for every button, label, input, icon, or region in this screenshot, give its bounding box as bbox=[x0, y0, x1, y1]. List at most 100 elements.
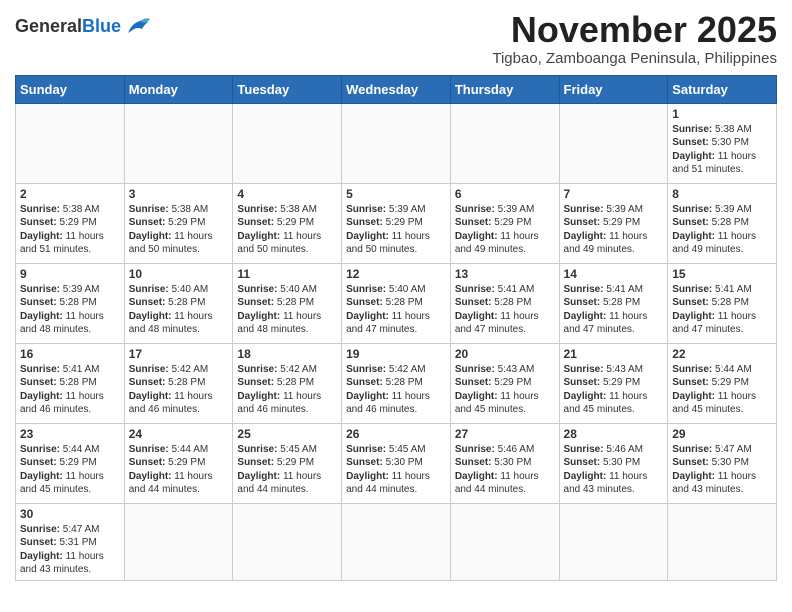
day-number: 12 bbox=[346, 267, 446, 281]
day-number: 30 bbox=[20, 507, 120, 521]
calendar-cell bbox=[450, 103, 559, 183]
day-info: Sunrise: 5:41 AMSunset: 5:28 PMDaylight:… bbox=[564, 283, 664, 337]
calendar-cell: 13 Sunrise: 5:41 AMSunset: 5:28 PMDayligh… bbox=[450, 263, 559, 343]
calendar-cell: 26 Sunrise: 5:45 AMSunset: 5:30 PMDayligh… bbox=[342, 423, 451, 503]
day-info: Sunrise: 5:43 AMSunset: 5:29 PMDaylight:… bbox=[455, 363, 555, 417]
day-number: 6 bbox=[455, 187, 555, 201]
day-info: Sunrise: 5:39 AMSunset: 5:29 PMDaylight:… bbox=[346, 203, 446, 257]
logo-blue: Blue bbox=[82, 16, 121, 37]
calendar-cell bbox=[124, 503, 233, 580]
day-info: Sunrise: 5:40 AMSunset: 5:28 PMDaylight:… bbox=[237, 283, 337, 337]
day-info: Sunrise: 5:38 AMSunset: 5:29 PMDaylight:… bbox=[20, 203, 120, 257]
calendar-cell bbox=[342, 103, 451, 183]
calendar-cell: 1Sunrise: 5:38 AMSunset: 5:30 PMDaylight… bbox=[668, 103, 777, 183]
day-number: 11 bbox=[237, 267, 337, 281]
day-number: 20 bbox=[455, 347, 555, 361]
day-number: 5 bbox=[346, 187, 446, 201]
header: General Blue November 2025 Tigbao, Zambo… bbox=[15, 10, 777, 67]
calendar-cell bbox=[233, 503, 342, 580]
day-number: 23 bbox=[20, 427, 120, 441]
day-info: Sunrise: 5:45 AMSunset: 5:30 PMDaylight:… bbox=[346, 443, 446, 497]
calendar-cell: 2Sunrise: 5:38 AMSunset: 5:29 PMDaylight… bbox=[16, 183, 125, 263]
calendar-cell bbox=[16, 103, 125, 183]
day-number: 8 bbox=[672, 187, 772, 201]
day-number: 3 bbox=[129, 187, 229, 201]
week-row-5: 23 Sunrise: 5:44 AMSunset: 5:29 PMDayligh… bbox=[16, 423, 777, 503]
day-info: Sunrise: 5:43 AMSunset: 5:29 PMDaylight:… bbox=[564, 363, 664, 417]
day-info: Sunrise: 5:38 AMSunset: 5:29 PMDaylight:… bbox=[237, 203, 337, 257]
day-info: Sunrise: 5:41 AMSunset: 5:28 PMDaylight:… bbox=[455, 283, 555, 337]
day-info: Sunrise: 5:41 AMSunset: 5:28 PMDaylight:… bbox=[672, 283, 772, 337]
calendar-cell: 11 Sunrise: 5:40 AMSunset: 5:28 PMDayligh… bbox=[233, 263, 342, 343]
calendar-cell bbox=[124, 103, 233, 183]
logo: General Blue bbox=[15, 15, 152, 37]
day-number: 14 bbox=[564, 267, 664, 281]
day-number: 25 bbox=[237, 427, 337, 441]
day-number: 26 bbox=[346, 427, 446, 441]
day-info: Sunrise: 5:44 AMSunset: 5:29 PMDaylight:… bbox=[129, 443, 229, 497]
day-number: 16 bbox=[20, 347, 120, 361]
day-info: Sunrise: 5:46 AMSunset: 5:30 PMDaylight:… bbox=[564, 443, 664, 497]
calendar-cell: 15 Sunrise: 5:41 AMSunset: 5:28 PMDayligh… bbox=[668, 263, 777, 343]
calendar-cell bbox=[450, 503, 559, 580]
month-title: November 2025 bbox=[492, 10, 777, 50]
day-info: Sunrise: 5:41 AMSunset: 5:28 PMDaylight:… bbox=[20, 363, 120, 417]
calendar-cell bbox=[559, 503, 668, 580]
calendar-cell: 22 Sunrise: 5:44 AMSunset: 5:29 PMDayligh… bbox=[668, 343, 777, 423]
week-row-3: 9 Sunrise: 5:39 AMSunset: 5:28 PMDaylight… bbox=[16, 263, 777, 343]
day-info: Sunrise: 5:42 AMSunset: 5:28 PMDaylight:… bbox=[346, 363, 446, 417]
calendar-cell bbox=[342, 503, 451, 580]
weekday-header-thursday: Thursday bbox=[450, 75, 559, 103]
calendar-cell bbox=[668, 503, 777, 580]
day-info: Sunrise: 5:39 AMSunset: 5:28 PMDaylight:… bbox=[20, 283, 120, 337]
day-info: Sunrise: 5:38 AMSunset: 5:29 PMDaylight:… bbox=[129, 203, 229, 257]
day-number: 28 bbox=[564, 427, 664, 441]
calendar-cell: 12 Sunrise: 5:40 AMSunset: 5:28 PMDayligh… bbox=[342, 263, 451, 343]
location-subtitle: Tigbao, Zamboanga Peninsula, Philippines bbox=[492, 50, 777, 67]
logo-area: General Blue bbox=[15, 10, 152, 37]
day-number: 7 bbox=[564, 187, 664, 201]
calendar-cell: 5 Sunrise: 5:39 AMSunset: 5:29 PMDaylight… bbox=[342, 183, 451, 263]
day-number: 15 bbox=[672, 267, 772, 281]
day-number: 9 bbox=[20, 267, 120, 281]
calendar-cell: 21 Sunrise: 5:43 AMSunset: 5:29 PMDayligh… bbox=[559, 343, 668, 423]
calendar-cell: 19 Sunrise: 5:42 AMSunset: 5:28 PMDayligh… bbox=[342, 343, 451, 423]
calendar-cell bbox=[559, 103, 668, 183]
day-info: Sunrise: 5:40 AMSunset: 5:28 PMDaylight:… bbox=[346, 283, 446, 337]
week-row-4: 16 Sunrise: 5:41 AMSunset: 5:28 PMDayligh… bbox=[16, 343, 777, 423]
day-info: Sunrise: 5:45 AMSunset: 5:29 PMDaylight:… bbox=[237, 443, 337, 497]
day-number: 10 bbox=[129, 267, 229, 281]
calendar-cell: 8 Sunrise: 5:39 AMSunset: 5:28 PMDaylight… bbox=[668, 183, 777, 263]
calendar-cell: 7 Sunrise: 5:39 AMSunset: 5:29 PMDaylight… bbox=[559, 183, 668, 263]
week-row-1: 1Sunrise: 5:38 AMSunset: 5:30 PMDaylight… bbox=[16, 103, 777, 183]
calendar-cell: 25 Sunrise: 5:45 AMSunset: 5:29 PMDayligh… bbox=[233, 423, 342, 503]
calendar-cell: 23 Sunrise: 5:44 AMSunset: 5:29 PMDayligh… bbox=[16, 423, 125, 503]
day-info: Sunrise: 5:39 AMSunset: 5:28 PMDaylight:… bbox=[672, 203, 772, 257]
day-info: Sunrise: 5:39 AMSunset: 5:29 PMDaylight:… bbox=[564, 203, 664, 257]
day-number: 13 bbox=[455, 267, 555, 281]
logo-general: General bbox=[15, 16, 82, 37]
day-info: Sunrise: 5:46 AMSunset: 5:30 PMDaylight:… bbox=[455, 443, 555, 497]
day-number: 21 bbox=[564, 347, 664, 361]
calendar-cell: 27Sunrise: 5:46 AMSunset: 5:30 PMDayligh… bbox=[450, 423, 559, 503]
calendar-cell: 4Sunrise: 5:38 AMSunset: 5:29 PMDaylight… bbox=[233, 183, 342, 263]
calendar-cell: 17 Sunrise: 5:42 AMSunset: 5:28 PMDayligh… bbox=[124, 343, 233, 423]
day-info: Sunrise: 5:39 AMSunset: 5:29 PMDaylight:… bbox=[455, 203, 555, 257]
calendar-cell: 18Sunrise: 5:42 AMSunset: 5:28 PMDayligh… bbox=[233, 343, 342, 423]
calendar-cell: 3 Sunrise: 5:38 AMSunset: 5:29 PMDaylight… bbox=[124, 183, 233, 263]
day-info: Sunrise: 5:44 AMSunset: 5:29 PMDaylight:… bbox=[20, 443, 120, 497]
day-info: Sunrise: 5:40 AMSunset: 5:28 PMDaylight:… bbox=[129, 283, 229, 337]
weekday-header-monday: Monday bbox=[124, 75, 233, 103]
weekday-header-row: SundayMondayTuesdayWednesdayThursdayFrid… bbox=[16, 75, 777, 103]
weekday-header-saturday: Saturday bbox=[668, 75, 777, 103]
day-info: Sunrise: 5:44 AMSunset: 5:29 PMDaylight:… bbox=[672, 363, 772, 417]
calendar-cell: 14 Sunrise: 5:41 AMSunset: 5:28 PMDayligh… bbox=[559, 263, 668, 343]
logo-bird-icon bbox=[124, 15, 152, 37]
day-number: 24 bbox=[129, 427, 229, 441]
day-number: 22 bbox=[672, 347, 772, 361]
day-number: 19 bbox=[346, 347, 446, 361]
day-info: Sunrise: 5:42 AMSunset: 5:28 PMDaylight:… bbox=[129, 363, 229, 417]
day-number: 17 bbox=[129, 347, 229, 361]
weekday-header-tuesday: Tuesday bbox=[233, 75, 342, 103]
weekday-header-wednesday: Wednesday bbox=[342, 75, 451, 103]
